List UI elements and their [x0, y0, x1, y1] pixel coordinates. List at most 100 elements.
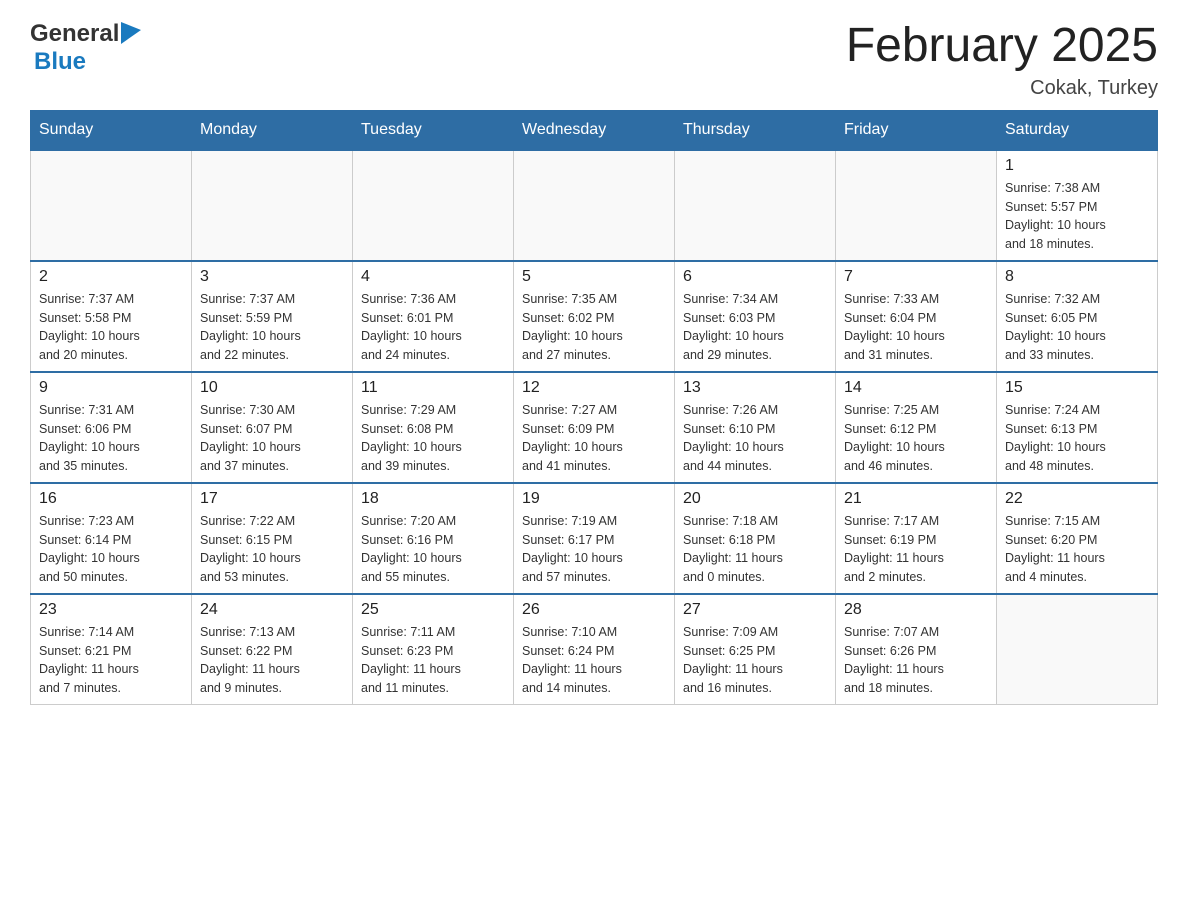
- day-number: 7: [844, 268, 988, 286]
- day-info: Sunrise: 7:15 AMSunset: 6:20 PMDaylight:…: [1005, 512, 1149, 587]
- day-number: 18: [361, 490, 505, 508]
- calendar-cell: 26 Sunrise: 7:10 AMSunset: 6:24 PMDayligh…: [514, 594, 675, 705]
- calendar-cell: 24 Sunrise: 7:13 AMSunset: 6:22 PMDayligh…: [192, 594, 353, 705]
- day-number: 16: [39, 490, 183, 508]
- day-number: 22: [1005, 490, 1149, 508]
- day-info: Sunrise: 7:27 AMSunset: 6:09 PMDaylight:…: [522, 401, 666, 476]
- day-info: Sunrise: 7:25 AMSunset: 6:12 PMDaylight:…: [844, 401, 988, 476]
- day-number: 19: [522, 490, 666, 508]
- day-info: Sunrise: 7:26 AMSunset: 6:10 PMDaylight:…: [683, 401, 827, 476]
- day-info: Sunrise: 7:33 AMSunset: 6:04 PMDaylight:…: [844, 290, 988, 365]
- calendar-cell: 6Sunrise: 7:34 AMSunset: 6:03 PMDaylight…: [675, 261, 836, 372]
- calendar-cell: [514, 150, 675, 261]
- day-number: 2: [39, 268, 183, 286]
- calendar-cell: 10 Sunrise: 7:30 AMSunset: 6:07 PMDayligh…: [192, 372, 353, 483]
- calendar-cell: [353, 150, 514, 261]
- logo: General Blue: [30, 20, 141, 76]
- day-info: Sunrise: 7:17 AMSunset: 6:19 PMDaylight:…: [844, 512, 988, 587]
- calendar-cell: 9 Sunrise: 7:31 AMSunset: 6:06 PMDaylight…: [31, 372, 192, 483]
- day-number: 21: [844, 490, 988, 508]
- day-info: Sunrise: 7:30 AMSunset: 6:07 PMDaylight:…: [200, 401, 344, 476]
- day-info: Sunrise: 7:32 AMSunset: 6:05 PMDaylight:…: [1005, 290, 1149, 365]
- calendar-cell: 18 Sunrise: 7:20 AMSunset: 6:16 PMDayligh…: [353, 483, 514, 594]
- day-info: Sunrise: 7:11 AMSunset: 6:23 PMDaylight:…: [361, 623, 505, 698]
- calendar-cell: 14 Sunrise: 7:25 AMSunset: 6:12 PMDayligh…: [836, 372, 997, 483]
- calendar-cell: 2Sunrise: 7:37 AMSunset: 5:58 PMDaylight…: [31, 261, 192, 372]
- calendar-cell: [192, 150, 353, 261]
- calendar-week-row: 9 Sunrise: 7:31 AMSunset: 6:06 PMDaylight…: [31, 372, 1158, 483]
- location-title: Cokak, Turkey: [846, 77, 1158, 100]
- calendar-cell: 5 Sunrise: 7:35 AMSunset: 6:02 PMDaylight…: [514, 261, 675, 372]
- day-number: 15: [1005, 379, 1149, 397]
- day-info: Sunrise: 7:31 AMSunset: 6:06 PMDaylight:…: [39, 401, 183, 476]
- calendar-week-row: 23 Sunrise: 7:14 AMSunset: 6:21 PMDayligh…: [31, 594, 1158, 705]
- weekday-header-saturday: Saturday: [997, 110, 1158, 150]
- day-number: 10: [200, 379, 344, 397]
- day-number: 25: [361, 601, 505, 619]
- day-info: Sunrise: 7:14 AMSunset: 6:21 PMDaylight:…: [39, 623, 183, 698]
- day-info: Sunrise: 7:36 AMSunset: 6:01 PMDaylight:…: [361, 290, 505, 365]
- calendar-cell: 16Sunrise: 7:23 AMSunset: 6:14 PMDayligh…: [31, 483, 192, 594]
- day-number: 23: [39, 601, 183, 619]
- calendar-cell: 13 Sunrise: 7:26 AMSunset: 6:10 PMDayligh…: [675, 372, 836, 483]
- day-info: Sunrise: 7:10 AMSunset: 6:24 PMDaylight:…: [522, 623, 666, 698]
- day-info: Sunrise: 7:35 AMSunset: 6:02 PMDaylight:…: [522, 290, 666, 365]
- calendar-cell: 12 Sunrise: 7:27 AMSunset: 6:09 PMDayligh…: [514, 372, 675, 483]
- day-info: Sunrise: 7:19 AMSunset: 6:17 PMDaylight:…: [522, 512, 666, 587]
- day-info: Sunrise: 7:34 AMSunset: 6:03 PMDaylight:…: [683, 290, 827, 365]
- day-info: Sunrise: 7:29 AMSunset: 6:08 PMDaylight:…: [361, 401, 505, 476]
- calendar-cell: 20Sunrise: 7:18 AMSunset: 6:18 PMDayligh…: [675, 483, 836, 594]
- day-number: 28: [844, 601, 988, 619]
- day-number: 8: [1005, 268, 1149, 286]
- calendar-cell: 4Sunrise: 7:36 AMSunset: 6:01 PMDaylight…: [353, 261, 514, 372]
- day-number: 5: [522, 268, 666, 286]
- calendar-cell: [997, 594, 1158, 705]
- day-info: Sunrise: 7:09 AMSunset: 6:25 PMDaylight:…: [683, 623, 827, 698]
- calendar-week-row: 16Sunrise: 7:23 AMSunset: 6:14 PMDayligh…: [31, 483, 1158, 594]
- day-number: 12: [522, 379, 666, 397]
- day-info: Sunrise: 7:13 AMSunset: 6:22 PMDaylight:…: [200, 623, 344, 698]
- day-info: Sunrise: 7:22 AMSunset: 6:15 PMDaylight:…: [200, 512, 344, 587]
- calendar-week-row: 2Sunrise: 7:37 AMSunset: 5:58 PMDaylight…: [31, 261, 1158, 372]
- calendar-cell: 1Sunrise: 7:38 AMSunset: 5:57 PMDaylight…: [997, 150, 1158, 261]
- weekday-header-thursday: Thursday: [675, 110, 836, 150]
- calendar-cell: 21 Sunrise: 7:17 AMSunset: 6:19 PMDayligh…: [836, 483, 997, 594]
- day-number: 13: [683, 379, 827, 397]
- day-number: 14: [844, 379, 988, 397]
- day-info: Sunrise: 7:37 AMSunset: 5:59 PMDaylight:…: [200, 290, 344, 365]
- calendar-table: SundayMondayTuesdayWednesdayThursdayFrid…: [30, 110, 1158, 705]
- calendar-cell: [31, 150, 192, 261]
- weekday-header-friday: Friday: [836, 110, 997, 150]
- month-title: February 2025: [846, 20, 1158, 73]
- day-info: Sunrise: 7:07 AMSunset: 6:26 PMDaylight:…: [844, 623, 988, 698]
- day-number: 17: [200, 490, 344, 508]
- calendar-cell: 22 Sunrise: 7:15 AMSunset: 6:20 PMDayligh…: [997, 483, 1158, 594]
- day-info: Sunrise: 7:18 AMSunset: 6:18 PMDaylight:…: [683, 512, 827, 587]
- day-info: Sunrise: 7:24 AMSunset: 6:13 PMDaylight:…: [1005, 401, 1149, 476]
- logo-blue-text: Blue: [34, 48, 86, 76]
- calendar-cell: 19 Sunrise: 7:19 AMSunset: 6:17 PMDayligh…: [514, 483, 675, 594]
- calendar-cell: 7 Sunrise: 7:33 AMSunset: 6:04 PMDaylight…: [836, 261, 997, 372]
- weekday-header-wednesday: Wednesday: [514, 110, 675, 150]
- day-number: 24: [200, 601, 344, 619]
- page-header: General Blue February 2025 Cokak, Turkey: [30, 20, 1158, 100]
- weekday-header-row: SundayMondayTuesdayWednesdayThursdayFrid…: [31, 110, 1158, 150]
- calendar-cell: 15 Sunrise: 7:24 AMSunset: 6:13 PMDayligh…: [997, 372, 1158, 483]
- calendar-cell: 23 Sunrise: 7:14 AMSunset: 6:21 PMDayligh…: [31, 594, 192, 705]
- day-number: 26: [522, 601, 666, 619]
- weekday-header-monday: Monday: [192, 110, 353, 150]
- day-number: 27: [683, 601, 827, 619]
- weekday-header-tuesday: Tuesday: [353, 110, 514, 150]
- title-section: February 2025 Cokak, Turkey: [846, 20, 1158, 100]
- calendar-cell: 3Sunrise: 7:37 AMSunset: 5:59 PMDaylight…: [192, 261, 353, 372]
- calendar-cell: [836, 150, 997, 261]
- day-number: 1: [1005, 157, 1149, 175]
- day-number: 11: [361, 379, 505, 397]
- logo-general-text: General: [30, 20, 119, 48]
- calendar-cell: [675, 150, 836, 261]
- calendar-cell: 28 Sunrise: 7:07 AMSunset: 6:26 PMDayligh…: [836, 594, 997, 705]
- calendar-cell: 17 Sunrise: 7:22 AMSunset: 6:15 PMDayligh…: [192, 483, 353, 594]
- day-number: 9: [39, 379, 183, 397]
- day-info: Sunrise: 7:20 AMSunset: 6:16 PMDaylight:…: [361, 512, 505, 587]
- calendar-cell: 11 Sunrise: 7:29 AMSunset: 6:08 PMDayligh…: [353, 372, 514, 483]
